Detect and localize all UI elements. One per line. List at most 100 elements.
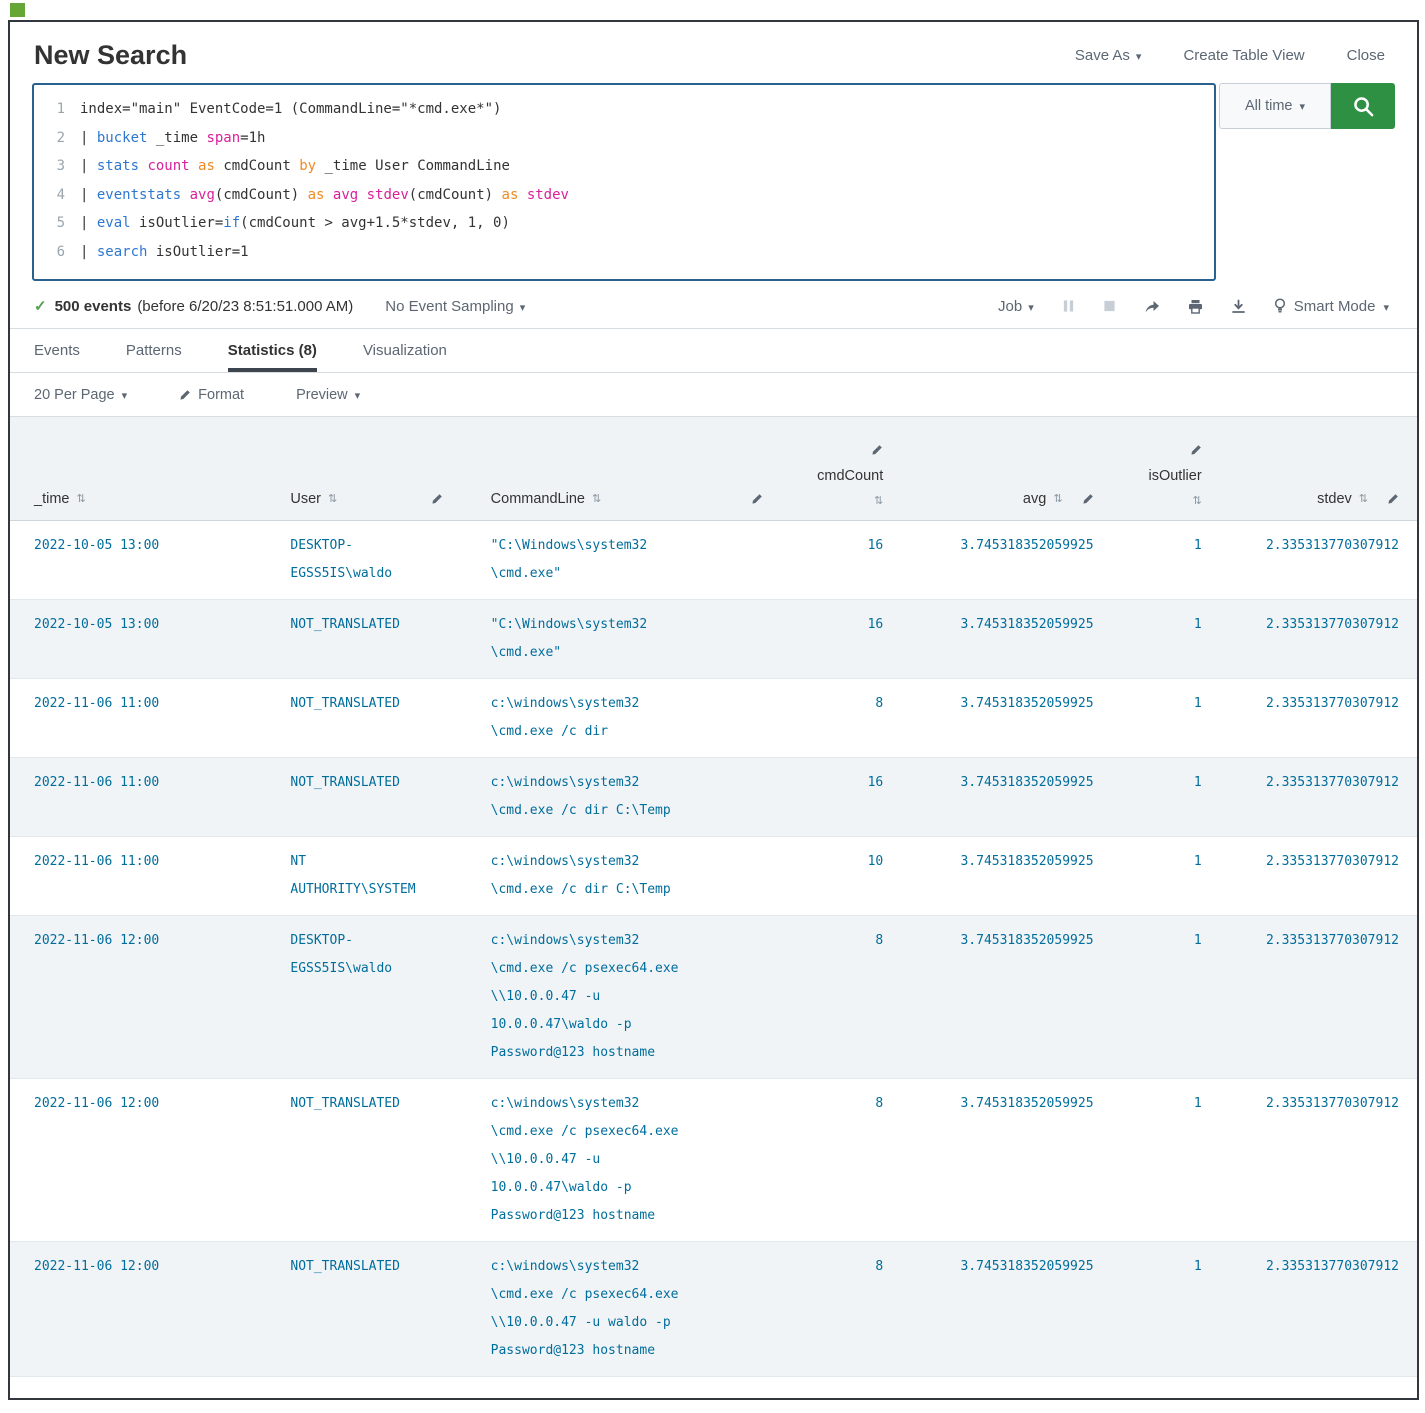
format-button[interactable]: Format xyxy=(179,387,244,403)
col-header-stdev[interactable]: stdev xyxy=(1212,417,1417,521)
tab-events[interactable]: Events xyxy=(34,329,80,372)
cell-avg[interactable]: 3.745318352059925 xyxy=(893,600,1103,679)
cell-avg[interactable]: 3.745318352059925 xyxy=(893,916,1103,1079)
pencil-icon[interactable] xyxy=(1387,493,1399,505)
pencil-icon[interactable] xyxy=(751,493,763,505)
cell-time[interactable]: 2022-10-05 13:00 xyxy=(10,521,280,600)
cell-avg[interactable]: 3.745318352059925 xyxy=(893,1242,1103,1377)
sort-icon[interactable] xyxy=(1192,496,1201,507)
cell-isoutlier[interactable]: 1 xyxy=(1104,521,1212,600)
export-button[interactable] xyxy=(1231,299,1246,314)
sort-icon[interactable] xyxy=(874,496,883,507)
cell-user[interactable]: NOT_TRANSLATED xyxy=(280,1079,480,1242)
cell-stdev[interactable]: 2.335313770307912 xyxy=(1212,679,1417,758)
col-header-user[interactable]: User xyxy=(280,417,480,521)
tab-patterns[interactable]: Patterns xyxy=(126,329,182,372)
cell-isoutlier[interactable]: 1 xyxy=(1104,679,1212,758)
cell-time[interactable]: 2022-10-05 13:00 xyxy=(10,600,280,679)
sort-icon[interactable] xyxy=(328,494,337,505)
pause-button[interactable] xyxy=(1062,299,1075,313)
cell-cmdcount[interactable]: 8 xyxy=(801,916,893,1079)
cell-stdev[interactable]: 2.335313770307912 xyxy=(1212,521,1417,600)
cell-isoutlier[interactable]: 1 xyxy=(1104,916,1212,1079)
cell-avg[interactable]: 3.745318352059925 xyxy=(893,758,1103,837)
cell-avg[interactable]: 3.745318352059925 xyxy=(893,1079,1103,1242)
cell-avg[interactable]: 3.745318352059925 xyxy=(893,837,1103,916)
col-header-cmdcount[interactable]: cmdCount xyxy=(801,417,893,521)
cell-isoutlier[interactable]: 1 xyxy=(1104,1242,1212,1377)
pencil-icon[interactable] xyxy=(1190,444,1202,456)
sort-icon[interactable] xyxy=(592,494,601,505)
cell-time[interactable]: 2022-11-06 11:00 xyxy=(10,679,280,758)
cell-user[interactable]: NOT_TRANSLATED xyxy=(280,1242,480,1377)
print-icon xyxy=(1188,299,1203,314)
tab-statistics[interactable]: Statistics (8) xyxy=(228,329,317,372)
cell-cmdcount[interactable]: 8 xyxy=(801,679,893,758)
col-header-commandline[interactable]: CommandLine xyxy=(481,417,801,521)
cell-user[interactable]: DESKTOP- EGSS5IS\waldo xyxy=(280,521,480,600)
cell-user[interactable]: NOT_TRANSLATED xyxy=(280,758,480,837)
cell-commandline[interactable]: c:\windows\system32 \cmd.exe /c psexec64… xyxy=(481,916,801,1079)
cell-avg[interactable]: 3.745318352059925 xyxy=(893,521,1103,600)
pencil-icon[interactable] xyxy=(1082,493,1094,505)
close-button[interactable]: Close xyxy=(1347,47,1385,64)
cell-commandline[interactable]: "C:\Windows\system32 \cmd.exe" xyxy=(481,600,801,679)
search-button[interactable] xyxy=(1331,83,1395,129)
cell-time[interactable]: 2022-11-06 11:00 xyxy=(10,758,280,837)
search-query-editor[interactable]: 1 index="main" EventCode=1 (CommandLine=… xyxy=(32,83,1216,281)
cell-cmdcount[interactable]: 8 xyxy=(801,1079,893,1242)
job-menu[interactable]: Job xyxy=(998,298,1034,315)
cell-stdev[interactable]: 2.335313770307912 xyxy=(1212,1079,1417,1242)
cell-cmdcount[interactable]: 10 xyxy=(801,837,893,916)
sort-icon[interactable] xyxy=(1359,494,1368,505)
col-label-commandline: CommandLine xyxy=(491,491,585,507)
col-header-avg[interactable]: avg xyxy=(893,417,1103,521)
cell-time[interactable]: 2022-11-06 12:00 xyxy=(10,916,280,1079)
cell-cmdcount[interactable]: 16 xyxy=(801,600,893,679)
cell-user[interactable]: NOT_TRANSLATED xyxy=(280,679,480,758)
cell-stdev[interactable]: 2.335313770307912 xyxy=(1212,600,1417,679)
cell-time[interactable]: 2022-11-06 12:00 xyxy=(10,1242,280,1377)
cell-isoutlier[interactable]: 1 xyxy=(1104,837,1212,916)
cell-commandline[interactable]: c:\windows\system32 \cmd.exe /c dir C:\T… xyxy=(481,837,801,916)
cell-cmdcount[interactable]: 16 xyxy=(801,521,893,600)
cell-isoutlier[interactable]: 1 xyxy=(1104,600,1212,679)
cell-user[interactable]: NT AUTHORITY\SYSTEM xyxy=(280,837,480,916)
per-page-dropdown[interactable]: 20 Per Page xyxy=(34,387,127,403)
cell-cmdcount[interactable]: 8 xyxy=(801,1242,893,1377)
cell-user[interactable]: DESKTOP- EGSS5IS\waldo xyxy=(280,916,480,1079)
cell-isoutlier[interactable]: 1 xyxy=(1104,1079,1212,1242)
cell-isoutlier[interactable]: 1 xyxy=(1104,758,1212,837)
cell-user[interactable]: NOT_TRANSLATED xyxy=(280,600,480,679)
time-range-picker[interactable]: All time xyxy=(1219,83,1331,129)
event-sampling-dropdown[interactable]: No Event Sampling xyxy=(385,298,525,315)
cell-stdev[interactable]: 2.335313770307912 xyxy=(1212,758,1417,837)
print-button[interactable] xyxy=(1188,299,1203,314)
cell-avg[interactable]: 3.745318352059925 xyxy=(893,679,1103,758)
save-as-menu[interactable]: Save As xyxy=(1075,47,1142,64)
stop-button[interactable] xyxy=(1103,299,1116,313)
col-header-isoutlier[interactable]: isOutlier xyxy=(1104,417,1212,521)
create-table-view-button[interactable]: Create Table View xyxy=(1183,47,1304,64)
cell-commandline[interactable]: "C:\Windows\system32 \cmd.exe" xyxy=(481,521,801,600)
cell-cmdcount[interactable]: 16 xyxy=(801,758,893,837)
col-header-time[interactable]: _time xyxy=(10,417,280,521)
cell-stdev[interactable]: 2.335313770307912 xyxy=(1212,916,1417,1079)
cell-commandline[interactable]: c:\windows\system32 \cmd.exe /c dir xyxy=(481,679,801,758)
cell-commandline[interactable]: c:\windows\system32 \cmd.exe /c psexec64… xyxy=(481,1079,801,1242)
sort-icon[interactable] xyxy=(1053,494,1062,505)
cell-time[interactable]: 2022-11-06 12:00 xyxy=(10,1079,280,1242)
cell-commandline[interactable]: c:\windows\system32 \cmd.exe /c psexec64… xyxy=(481,1242,801,1377)
share-button[interactable] xyxy=(1144,299,1160,314)
smart-mode-toggle[interactable]: Smart Mode xyxy=(1274,298,1393,315)
sort-icon[interactable] xyxy=(76,494,85,505)
splunk-brand-block xyxy=(10,3,25,17)
cell-time[interactable]: 2022-11-06 11:00 xyxy=(10,837,280,916)
pencil-icon[interactable] xyxy=(431,493,443,505)
pencil-icon[interactable] xyxy=(871,444,883,456)
tab-visualization[interactable]: Visualization xyxy=(363,329,447,372)
cell-stdev[interactable]: 2.335313770307912 xyxy=(1212,1242,1417,1377)
cell-stdev[interactable]: 2.335313770307912 xyxy=(1212,837,1417,916)
preview-dropdown[interactable]: Preview xyxy=(296,387,360,403)
cell-commandline[interactable]: c:\windows\system32 \cmd.exe /c dir C:\T… xyxy=(481,758,801,837)
